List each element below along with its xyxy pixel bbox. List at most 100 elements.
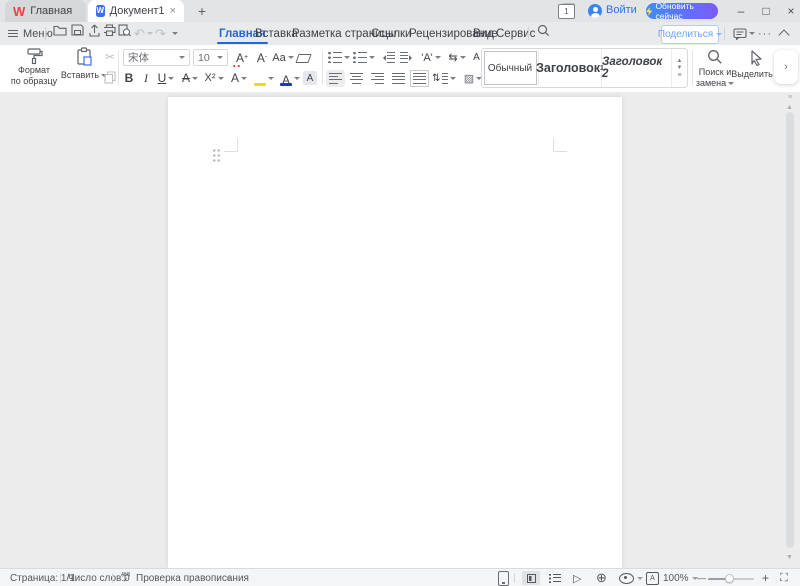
margin-mark-right-h xyxy=(553,151,567,152)
scroll-up-icon[interactable]: ▲ xyxy=(786,104,793,111)
eye-protection-button[interactable] xyxy=(619,569,643,586)
select-button[interactable]: Выделить xyxy=(736,47,776,80)
spellcheck-button[interactable]: АБВ ✓ xyxy=(121,569,130,586)
align-center-button[interactable] xyxy=(347,70,366,87)
chevron-down-icon xyxy=(450,77,456,83)
update-now-button[interactable]: Обновить сейчас xyxy=(646,3,718,19)
outdent-icon xyxy=(380,55,386,61)
align-left-button[interactable] xyxy=(326,70,345,87)
zoom-in-button[interactable]: + xyxy=(762,569,769,586)
gallery-down-icon[interactable]: ▼ xyxy=(677,65,683,71)
document-area[interactable]: ≡ ▲ ▼ xyxy=(0,92,800,568)
find-replace-button[interactable]: Поиск и замена xyxy=(694,47,736,89)
share-button[interactable]: Поделиться xyxy=(661,25,719,44)
signin-link[interactable]: Войти xyxy=(606,4,637,16)
quick-toolbar-more-button[interactable] xyxy=(172,22,178,45)
collapse-ribbon-button[interactable] xyxy=(780,22,788,45)
expand-toolbar-button[interactable]: › xyxy=(774,50,798,84)
avatar[interactable] xyxy=(588,4,602,18)
print-button[interactable] xyxy=(101,22,117,38)
redo-button[interactable]: ↷ xyxy=(155,22,166,45)
zoom-slider-thumb[interactable] xyxy=(725,574,734,583)
shading-icon: ▨ xyxy=(464,72,474,85)
style-heading2[interactable]: Заголовок 2 xyxy=(602,49,672,87)
char-shading-button[interactable]: A xyxy=(303,71,317,85)
decrease-indent-button[interactable] xyxy=(378,50,396,65)
font-name-select[interactable]: 宋体 xyxy=(123,49,190,66)
bullets-button[interactable] xyxy=(328,50,350,65)
line-spacing-button[interactable]: ⇅ xyxy=(432,70,456,87)
highlight-color-button[interactable] xyxy=(252,70,276,86)
spellcheck-label[interactable]: Проверка правописания xyxy=(136,569,249,586)
scroll-down-icon[interactable]: ▼ xyxy=(786,554,793,561)
print-preview-button[interactable] xyxy=(116,22,132,38)
export-button[interactable] xyxy=(86,22,102,38)
strikethrough-button[interactable]: A xyxy=(179,70,201,86)
style-heading1[interactable]: Заголовок1 xyxy=(539,49,602,87)
numbering-button[interactable] xyxy=(353,50,375,65)
style-normal[interactable]: Обычный xyxy=(482,49,539,87)
clear-format-button[interactable] xyxy=(296,51,310,65)
vertical-scrollbar-thumb[interactable] xyxy=(786,112,794,548)
underline-button[interactable]: U xyxy=(155,70,177,86)
italic-button[interactable]: I xyxy=(139,70,153,86)
page-indicator[interactable]: Страница: 1/1 xyxy=(10,569,75,586)
page-view-button[interactable] xyxy=(522,569,540,586)
superscript-button[interactable]: X² xyxy=(202,70,226,86)
chevron-down-icon xyxy=(460,56,466,62)
zoom-level-button[interactable]: 100% xyxy=(663,569,698,586)
paste-button[interactable]: Вставить xyxy=(62,47,106,81)
chevron-down-icon xyxy=(435,56,441,62)
minimize-button[interactable]: – xyxy=(732,2,750,20)
zoom-out-button[interactable]: — xyxy=(697,569,706,586)
open-file-button[interactable] xyxy=(52,22,68,38)
gallery-more-icon[interactable]: ≡ xyxy=(677,72,681,79)
more-options-button[interactable]: ··· xyxy=(758,22,772,45)
format-painter-button[interactable]: Формат по образцу xyxy=(8,47,60,87)
tab-home[interactable]: W Главная xyxy=(5,0,86,22)
text-wrap-button[interactable]: ⇆ xyxy=(446,50,468,65)
outline-view-button[interactable] xyxy=(549,569,561,586)
change-case-button[interactable]: Aa xyxy=(272,49,294,66)
shrink-font-button[interactable]: A- xyxy=(253,49,271,66)
close-tab-icon[interactable]: × xyxy=(170,6,176,17)
grow-font-button[interactable]: A+ xyxy=(233,49,251,66)
ruler-toggle-icon[interactable]: ≡ xyxy=(784,94,796,101)
phonetic-guide-button[interactable]: A xyxy=(228,70,250,86)
align-right-button[interactable] xyxy=(368,70,387,87)
ribbon-tab-tools[interactable]: Сервис xyxy=(493,22,538,45)
statusbar: Страница: 1/1 Число слов:0 АБВ ✓ Проверк… xyxy=(0,568,800,586)
play-view-button[interactable]: ▷ xyxy=(573,569,581,586)
paste-label: Вставить xyxy=(61,70,99,81)
bold-button[interactable]: B xyxy=(122,70,136,86)
gallery-up-icon[interactable]: ▲ xyxy=(677,58,683,64)
fit-page-button[interactable]: A xyxy=(646,569,659,586)
tab-document[interactable]: W Документ1 × xyxy=(88,0,184,22)
mobile-view-button[interactable] xyxy=(498,569,509,586)
undo-button[interactable]: ↶ xyxy=(134,22,153,45)
fullscreen-button[interactable]: ⛶ xyxy=(780,569,788,586)
window-count-badge[interactable]: 1 xyxy=(558,4,575,19)
increase-indent-button[interactable] xyxy=(398,50,416,65)
distribute-button[interactable] xyxy=(410,70,429,87)
justify-button[interactable] xyxy=(389,70,408,87)
copy-button[interactable] xyxy=(102,69,118,85)
font-size-select[interactable]: 10 xyxy=(193,49,228,66)
drag-handle-icon[interactable] xyxy=(212,148,221,162)
cut-button[interactable]: ✂ xyxy=(102,49,118,65)
close-button[interactable]: × xyxy=(782,2,800,20)
zoom-slider[interactable] xyxy=(708,578,754,580)
text-direction-button[interactable]: 'A' xyxy=(419,50,443,65)
ribbon-search-button[interactable] xyxy=(535,22,551,38)
menu-button[interactable]: Меню xyxy=(8,22,53,45)
save-button[interactable] xyxy=(69,22,85,38)
web-view-button[interactable]: ⊕ xyxy=(596,569,607,586)
styles-gallery: Обычный Заголовок1 Заголовок 2 ▲ ▼ ≡ xyxy=(481,48,688,88)
document-page[interactable] xyxy=(168,97,622,568)
numbering-icon xyxy=(353,52,367,63)
new-tab-button[interactable]: + xyxy=(194,2,210,19)
comment-button[interactable] xyxy=(733,22,755,45)
styles-gallery-stepper[interactable]: ▲ ▼ ≡ xyxy=(672,49,687,87)
maximize-button[interactable]: □ xyxy=(757,2,775,20)
font-color-button[interactable]: A xyxy=(279,70,301,86)
